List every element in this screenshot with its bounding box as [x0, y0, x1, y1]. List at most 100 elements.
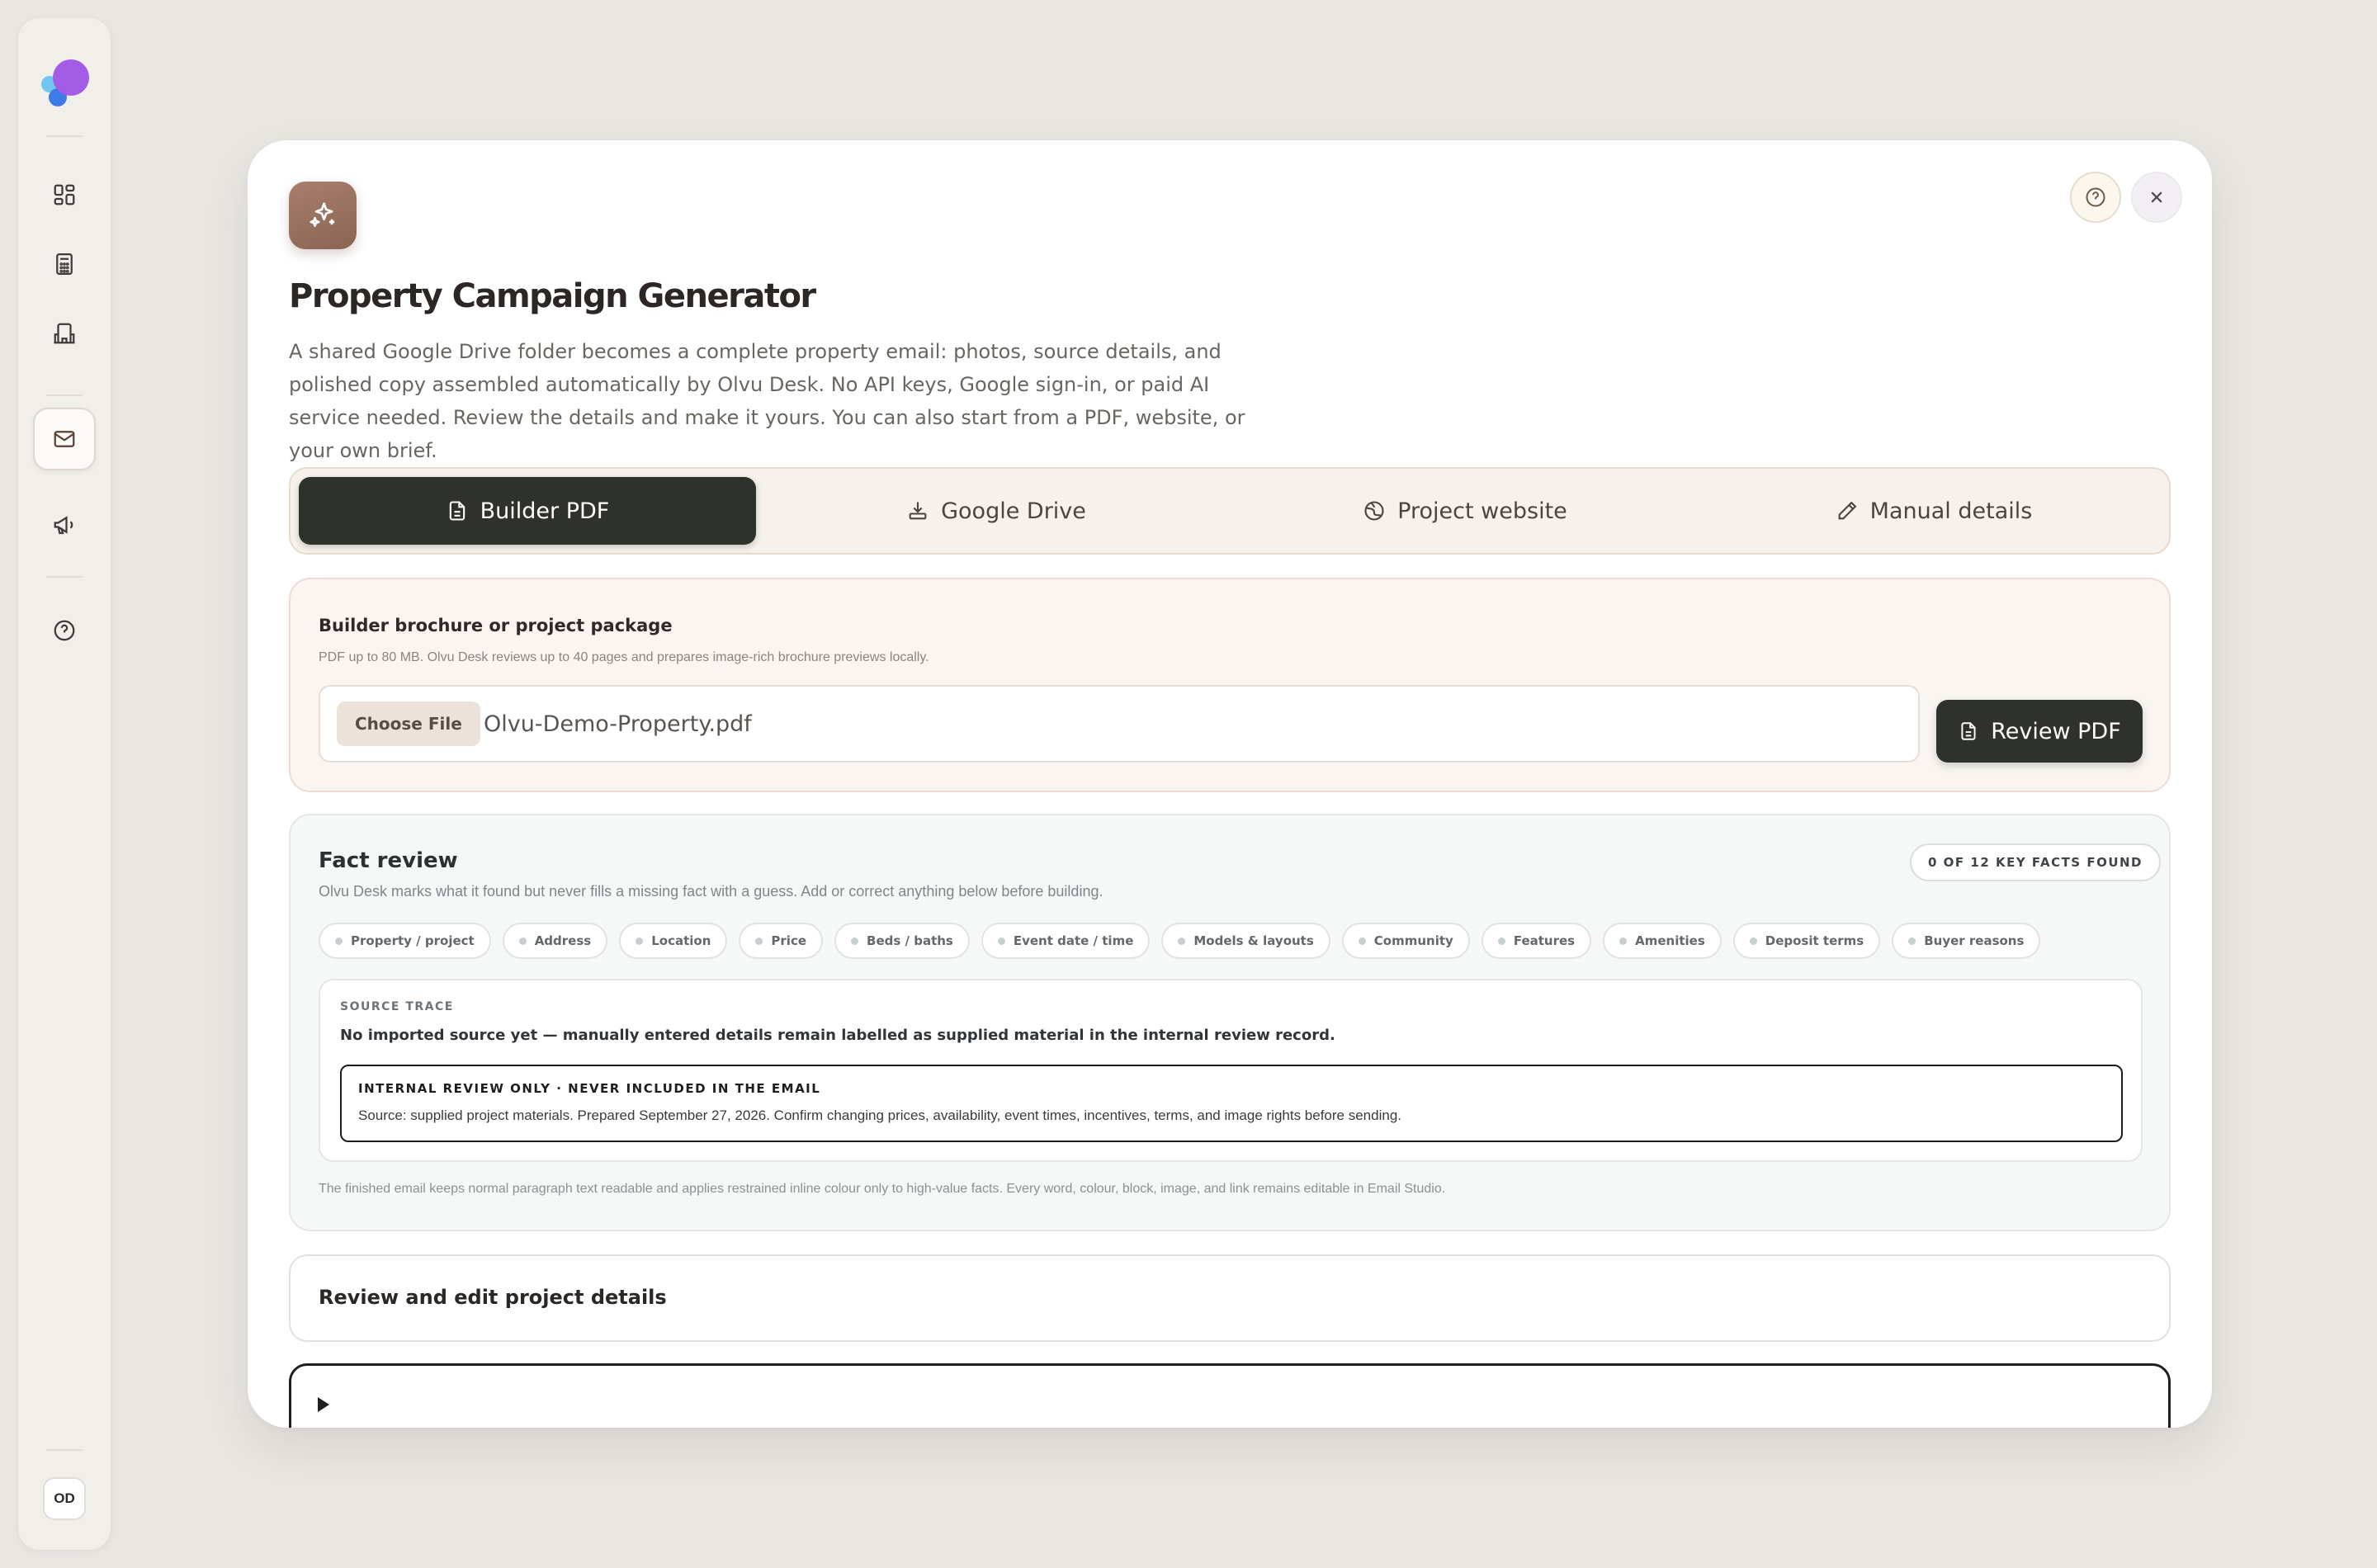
tab-project-website[interactable]: Project website — [1236, 477, 1694, 545]
sparkles-badge — [289, 182, 357, 249]
facts-found-badge: 0 OF 12 KEY FACTS FOUND — [1910, 843, 2162, 881]
fact-chip[interactable]: Price — [739, 923, 824, 959]
help-circle-icon — [54, 620, 75, 641]
avatar[interactable]: OD — [43, 1477, 86, 1520]
tab-label: Google Drive — [941, 498, 1086, 524]
chip-label: Community — [1373, 933, 1453, 948]
internal-review-note: INTERNAL REVIEW ONLY · NEVER INCLUDED IN… — [340, 1065, 2123, 1142]
status-dot — [518, 937, 527, 945]
source-trace-panel: SOURCE TRACE No imported source yet — ma… — [319, 979, 2143, 1162]
disclosure-triangle-icon[interactable] — [318, 1397, 329, 1412]
building-icon — [54, 323, 75, 344]
tab-google-drive[interactable]: Google Drive — [768, 477, 1225, 545]
chip-label: Features — [1513, 933, 1576, 948]
source-tabs: Builder PDF Google Drive Project website… — [289, 467, 2171, 555]
status-dot — [1619, 937, 1628, 945]
tab-label: Project website — [1397, 498, 1567, 524]
globe-icon — [1364, 501, 1384, 521]
tab-builder-pdf[interactable]: Builder PDF — [299, 477, 756, 545]
tab-label: Builder PDF — [480, 498, 610, 524]
sidebar-divider — [46, 1449, 83, 1451]
collapsed-disclosure-panel[interactable] — [289, 1363, 2171, 1428]
fact-chips: Property / project Address Location Pric… — [319, 923, 2041, 959]
chip-label: Models & layouts — [1193, 933, 1314, 948]
sidebar-item-dashboard[interactable] — [33, 163, 96, 226]
status-dot — [1908, 937, 1916, 945]
status-dot — [1497, 937, 1505, 945]
close-button[interactable] — [2131, 172, 2182, 223]
status-dot — [997, 937, 1005, 945]
source-trace-label: SOURCE TRACE — [340, 1000, 454, 1013]
fact-review-title: Fact review — [319, 848, 458, 873]
review-pdf-label: Review PDF — [1991, 718, 2121, 744]
campaign-generator-modal: Property Campaign Generator A shared Goo… — [248, 140, 2212, 1428]
fact-chip[interactable]: Beds / baths — [834, 923, 970, 959]
selected-file-name: Olvu-Demo-Property.pdf — [484, 711, 752, 737]
upload-label: Builder brochure or project package — [319, 616, 673, 635]
fact-chip[interactable]: Models & layouts — [1161, 923, 1330, 959]
megaphone-icon — [54, 516, 73, 535]
fact-chip[interactable]: Deposit terms — [1732, 923, 1881, 959]
file-icon — [449, 501, 465, 521]
chip-label: Amenities — [1635, 933, 1705, 948]
pencil-icon — [1838, 501, 1857, 520]
choose-file-button[interactable]: Choose File — [337, 701, 480, 746]
sidebar-item-campaigns[interactable] — [33, 494, 96, 556]
upload-hint: PDF up to 80 MB. Olvu Desk reviews up to… — [319, 650, 929, 664]
tab-label: Manual details — [1869, 498, 2033, 524]
modal-title: Property Campaign Generator — [289, 277, 816, 315]
fact-chip[interactable]: Buyer reasons — [1892, 923, 2041, 959]
calculator-icon — [56, 253, 73, 275]
sidebar-item-help[interactable] — [33, 599, 96, 662]
fact-review-footnote: The finished email keeps normal paragrap… — [319, 1182, 1446, 1196]
project-details-title: Review and edit project details — [319, 1286, 667, 1309]
sidebar-divider — [46, 394, 83, 396]
chip-label: Deposit terms — [1765, 933, 1864, 948]
fact-chip[interactable]: Features — [1481, 923, 1592, 959]
tab-manual-details[interactable]: Manual details — [1705, 477, 2162, 545]
fact-chip[interactable]: Location — [619, 923, 728, 959]
chip-label: Address — [534, 933, 592, 948]
status-dot — [335, 937, 343, 945]
sidebar-item-email[interactable] — [33, 408, 96, 470]
sidebar-item-calculator[interactable] — [33, 233, 96, 295]
internal-review-text: Source: supplied project materials. Prep… — [358, 1108, 1402, 1123]
sidebar: OD — [18, 18, 111, 1550]
pdf-upload-card: Builder brochure or project package PDF … — [289, 578, 2171, 792]
mail-icon — [54, 431, 75, 447]
status-dot — [636, 937, 644, 945]
fact-chip[interactable]: Community — [1341, 923, 1470, 959]
review-pdf-button[interactable]: Review PDF — [1936, 700, 2143, 763]
status-dot — [755, 937, 763, 945]
help-button[interactable] — [2070, 172, 2121, 223]
status-dot — [1178, 937, 1186, 945]
status-dot — [1358, 937, 1366, 945]
close-icon — [2151, 191, 2162, 203]
project-details-section[interactable]: Review and edit project details — [289, 1254, 2171, 1342]
file-input[interactable]: Choose File Olvu-Demo-Property.pdf — [319, 685, 1920, 763]
modal-intro: A shared Google Drive folder becomes a c… — [289, 340, 1245, 462]
chip-label: Event date / time — [1013, 933, 1134, 948]
file-icon — [1961, 722, 1976, 740]
fact-chip[interactable]: Event date / time — [981, 923, 1151, 959]
source-trace-text: No imported source yet — manually entere… — [340, 1027, 1335, 1044]
status-dot — [851, 937, 859, 945]
fact-chip[interactable]: Address — [502, 923, 608, 959]
fact-review-card: Fact review 0 OF 12 KEY FACTS FOUND Olvu… — [289, 814, 2171, 1231]
fact-chip[interactable]: Amenities — [1603, 923, 1722, 959]
sparkles-icon — [310, 202, 335, 228]
sidebar-divider — [46, 135, 83, 137]
chip-label: Beds / baths — [867, 933, 953, 948]
fact-chip[interactable]: Property / project — [319, 923, 491, 959]
sidebar-item-buildings[interactable] — [33, 302, 96, 365]
olvu-logo[interactable] — [38, 45, 91, 111]
fact-review-subtitle: Olvu Desk marks what it found but never … — [319, 883, 1103, 900]
download-tray-icon — [909, 502, 927, 520]
chip-label: Location — [651, 933, 711, 948]
help-circle-icon — [2086, 187, 2105, 207]
chip-label: Buyer reasons — [1924, 933, 2025, 948]
internal-review-label: INTERNAL REVIEW ONLY · NEVER INCLUDED IN… — [358, 1081, 821, 1096]
status-dot — [1749, 937, 1757, 945]
sidebar-divider — [46, 576, 83, 578]
grid-icon — [54, 184, 75, 205]
